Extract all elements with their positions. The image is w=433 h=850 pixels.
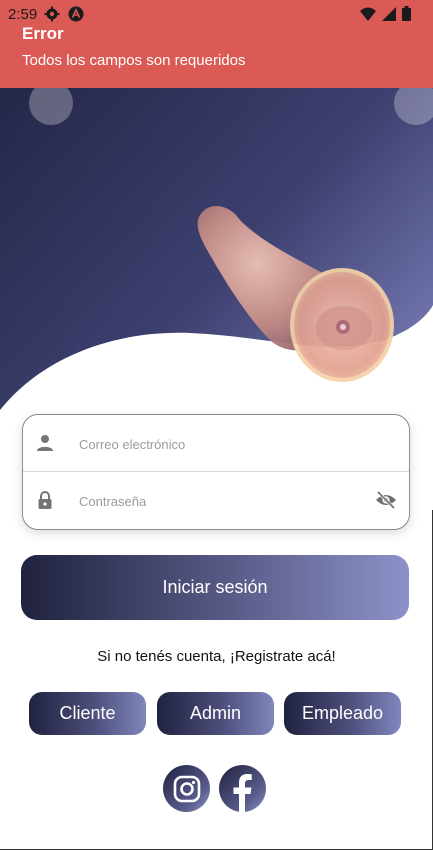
signal-icon <box>382 6 396 21</box>
password-field-row <box>23 472 409 528</box>
status-bar: 2:59 <box>0 0 433 28</box>
lock-icon <box>38 491 52 509</box>
instagram-button[interactable] <box>163 765 210 812</box>
facebook-icon <box>233 774 252 812</box>
admin-button[interactable]: Admin <box>157 692 274 735</box>
toast-message: Todos los campos son requeridos <box>22 52 246 69</box>
cliente-button[interactable]: Cliente <box>29 692 146 735</box>
settings-gear-icon <box>44 6 60 22</box>
login-card <box>22 414 410 530</box>
login-button[interactable]: Iniciar sesión <box>21 555 409 620</box>
app-screen: Error Todos los campos son requeridos 2:… <box>0 0 433 850</box>
email-field-row <box>23 415 409 472</box>
empleado-button[interactable]: Empleado <box>284 692 401 735</box>
email-input[interactable] <box>77 431 361 457</box>
signup-link[interactable]: Si no tenés cuenta, ¡Registrate acá! <box>0 648 433 665</box>
wifi-icon <box>360 7 376 21</box>
eye-off-icon[interactable] <box>375 491 397 509</box>
user-icon <box>37 435 53 451</box>
password-input[interactable] <box>77 488 361 514</box>
battery-icon <box>402 6 411 21</box>
facebook-button[interactable] <box>219 765 266 812</box>
instagram-icon <box>173 775 200 802</box>
status-time: 2:59 <box>8 6 38 23</box>
app-notification-icon <box>68 6 84 22</box>
